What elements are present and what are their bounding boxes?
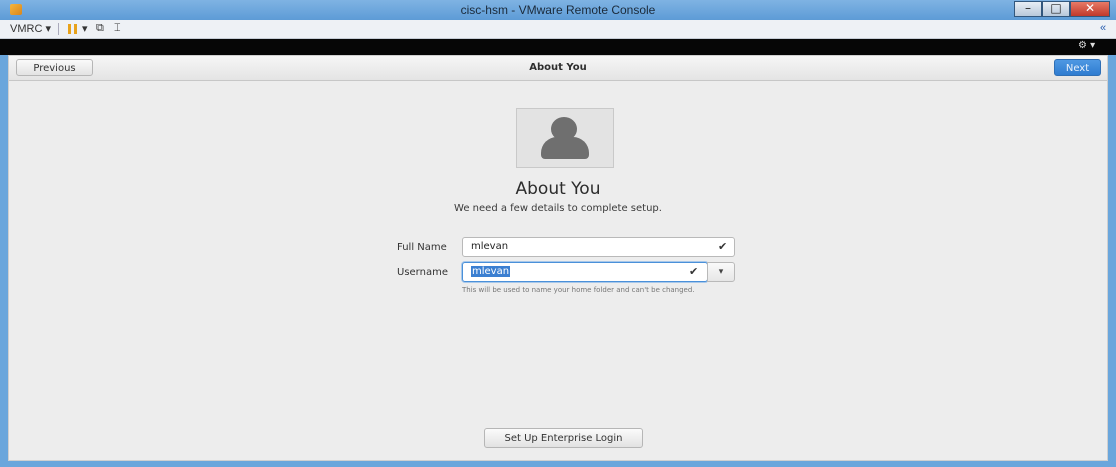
full-name-field[interactable]: mlevan ✔ [462,237,735,257]
accessibility-menu-icon[interactable]: ⚙ ▾ [1078,40,1095,51]
username-hint: This will be used to name your home fold… [462,286,695,294]
username-label: Username [397,267,448,278]
next-button[interactable]: Next [1054,59,1101,76]
close-icon: ✕ [1084,1,1096,15]
full-name-label: Full Name [397,242,447,253]
full-name-value: mlevan [471,241,509,252]
user-avatar-body [541,137,589,159]
vmrc-toolbar: VMRC ▾ ▾ ⧉ ⌶ « [0,20,1116,39]
username-valid-icon: ✔ [689,265,699,278]
avatar-picker[interactable] [516,108,614,168]
vm-top-bar: ⚙ ▾ [0,39,1116,55]
maximize-icon: □ [1050,1,1062,15]
window-title: cisc-hsm - VMware Remote Console [460,3,656,17]
minimize-button[interactable]: – [1014,1,1042,17]
vm-screen[interactable]: Previous About You Next About You We nee… [8,55,1108,461]
send-keys-icon[interactable]: ⧉ [96,22,104,35]
page-subheading: We need a few details to complete setup. [454,203,662,214]
minimize-icon: – [1025,1,1031,15]
vmrc-menu-button[interactable]: VMRC ▾ [10,22,51,35]
pause-icon[interactable] [68,24,77,34]
setup-header-bar: Previous About You Next [9,56,1107,81]
page-heading: About You [515,179,601,199]
fullscreen-icon[interactable]: ⌶ [114,22,121,35]
enterprise-login-button[interactable]: Set Up Enterprise Login [484,428,643,448]
chevron-down-icon: ▾ [718,267,724,277]
username-field[interactable]: mlevan ✔ [462,262,708,282]
toolbar-divider [58,23,59,35]
full-name-valid-icon: ✔ [718,240,728,253]
header-title: About You [529,62,587,73]
close-button[interactable]: ✕ [1070,1,1110,17]
maximize-button[interactable]: □ [1042,1,1070,17]
username-value-wrapper: mlevan [471,266,511,277]
username-value: mlevan [471,266,511,277]
collapse-toolbar-icon[interactable]: « [1100,22,1106,34]
title-bar[interactable]: cisc-hsm - VMware Remote Console – □ ✕ [0,0,1116,20]
pause-dropdown-icon[interactable]: ▾ [82,22,88,35]
vmrc-window: cisc-hsm - VMware Remote Console – □ ✕ V… [0,0,1116,467]
username-dropdown-button[interactable]: ▾ [707,262,735,282]
